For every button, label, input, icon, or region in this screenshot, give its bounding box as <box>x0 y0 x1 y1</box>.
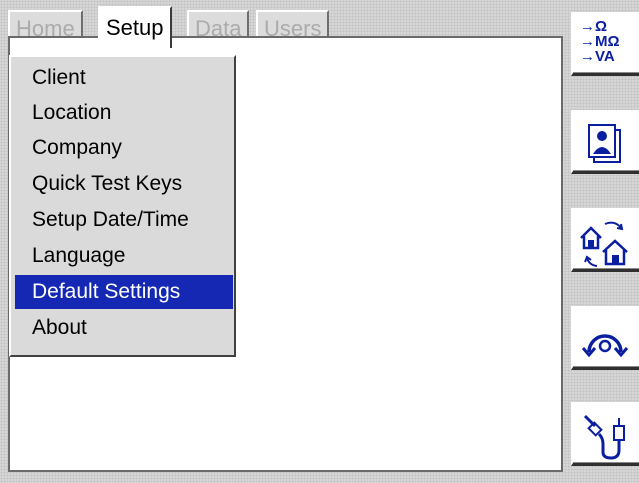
setup-dropdown-menu: Client Location Company Quick Test Keys … <box>9 55 236 357</box>
measurement-units-icon: →Ω →MΩ →VA <box>580 19 620 64</box>
location-transfer-icon <box>580 221 628 267</box>
probe-icon <box>583 414 625 460</box>
user-card-button[interactable] <box>571 110 639 174</box>
menu-item-label: Company <box>32 136 122 159</box>
user-card-icon <box>588 124 621 163</box>
tab-setup-label: Setup <box>106 15 164 40</box>
menu-item-label: Location <box>32 101 112 124</box>
units-line-ohm: →Ω <box>580 18 608 35</box>
menu-item-label: Setup Date/Time <box>32 208 189 231</box>
units-line-megohm: →MΩ <box>580 33 620 50</box>
rotate-icon <box>581 334 629 358</box>
rotate-button[interactable] <box>571 306 639 370</box>
menu-item-default-settings[interactable]: Default Settings <box>15 275 233 309</box>
menu-item-quick-test-keys[interactable]: Quick Test Keys <box>15 167 233 201</box>
measurement-units-button[interactable]: →Ω →MΩ →VA <box>571 12 639 76</box>
menu-item-label: Client <box>32 66 86 89</box>
menu-item-client[interactable]: Client <box>15 61 233 95</box>
menu-item-language[interactable]: Language <box>15 239 233 273</box>
menu-item-label: Default Settings <box>32 280 181 303</box>
probe-button[interactable] <box>571 402 639 466</box>
menu-item-label: Language <box>32 244 126 267</box>
tab-setup[interactable]: Setup <box>98 6 172 48</box>
menu-item-label: Quick Test Keys <box>32 172 183 195</box>
location-transfer-button[interactable] <box>571 208 639 272</box>
units-line-va: →VA <box>580 48 615 65</box>
menu-item-location[interactable]: Location <box>15 96 233 130</box>
menu-item-label: About <box>32 316 87 339</box>
menu-item-company[interactable]: Company <box>15 131 233 165</box>
menu-item-about[interactable]: About <box>15 311 233 345</box>
menu-item-setup-date-time[interactable]: Setup Date/Time <box>15 203 233 237</box>
